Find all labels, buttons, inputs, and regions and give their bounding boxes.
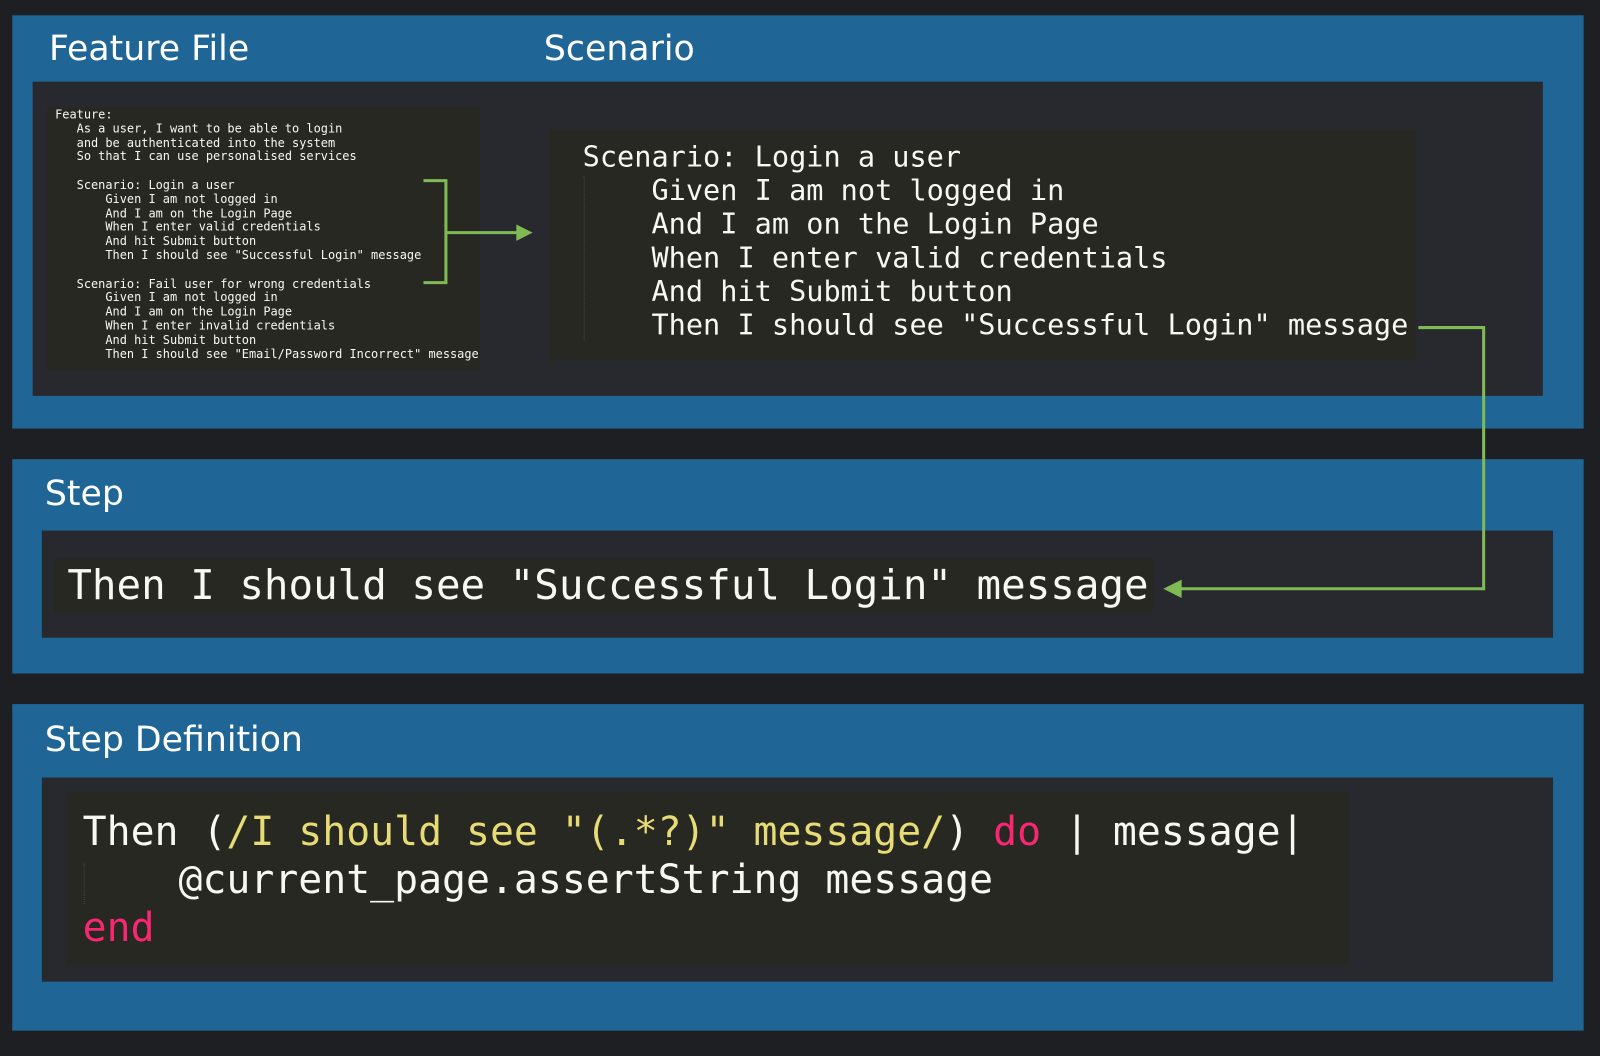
connectors [423, 179, 1486, 598]
bdd-diagram: Feature File Scenario Feature: As a user… [0, 0, 1600, 1056]
arrowhead-left-icon [1163, 579, 1182, 598]
scenario-bracket [423, 179, 448, 285]
arrowhead-right-icon [516, 224, 533, 241]
scenario-to-step-connector [1179, 326, 1486, 591]
